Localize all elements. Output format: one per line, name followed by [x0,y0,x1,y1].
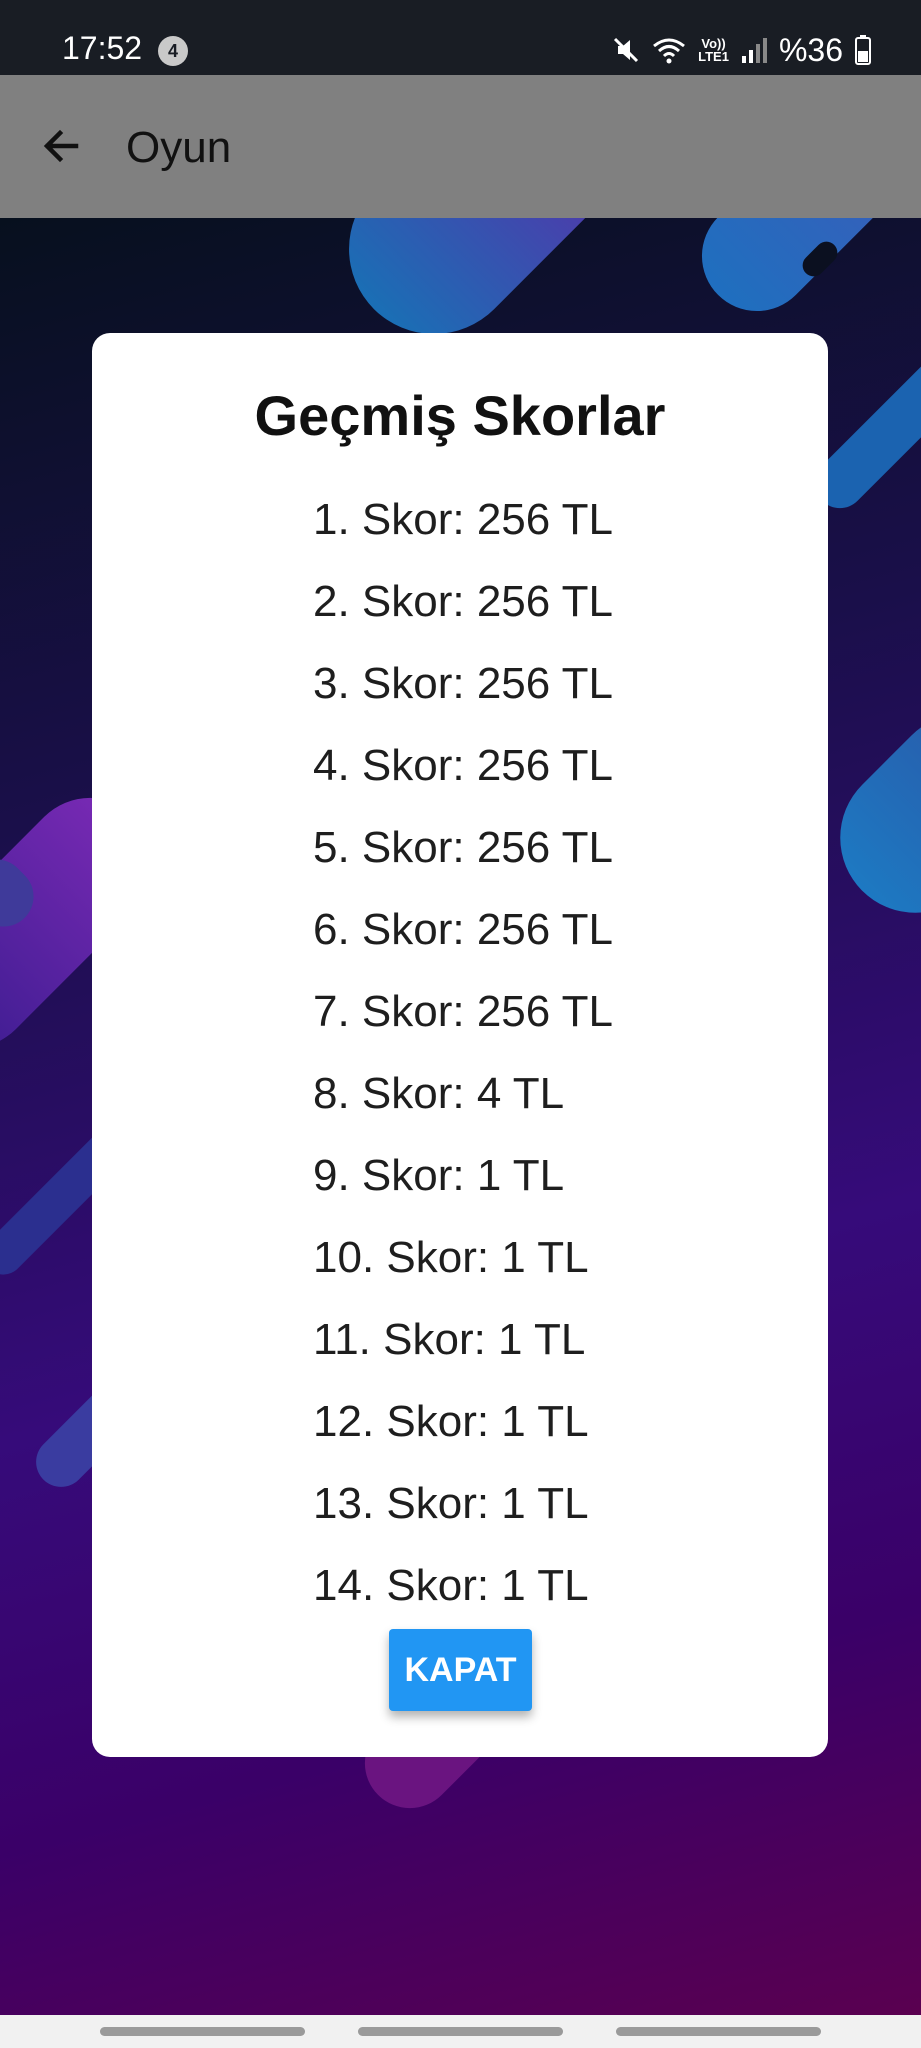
nav-home-button[interactable] [358,2027,563,2036]
app-bar: Oyun [0,75,921,218]
nav-recents-button[interactable] [100,2027,305,2036]
score-item: 12. Skor: 1 TL [313,1397,589,1446]
dialog-title: Geçmiş Skorlar [254,384,666,447]
close-button[interactable]: KAPAT [389,1629,532,1711]
battery-percentage: %36 [778,31,843,68]
decor-shape [679,218,921,334]
score-item: 11. Skor: 1 TL [313,1315,586,1364]
wifi-icon [653,38,686,64]
score-item: 5. Skor: 256 TL [313,823,614,872]
status-time: 17:52 [62,30,143,66]
arrow-left-icon[interactable] [36,121,86,171]
nav-back-button[interactable] [616,2027,821,2036]
score-item: 7. Skor: 256 TL [313,987,614,1036]
score-list: 1. Skor: 256 TL 2. Skor: 256 TL 3. Skor:… [313,479,613,1627]
score-item: 14. Skor: 1 TL [313,1561,589,1610]
score-item: 4. Skor: 256 TL [313,741,614,790]
score-item: 13. Skor: 1 TL [313,1479,589,1528]
mute-icon [614,37,639,63]
status-bar: 17:52 4 Vo)) LTE1 %36 [0,0,921,75]
score-item: 1. Skor: 256 TL [313,495,614,544]
score-item: 3. Skor: 256 TL [313,659,614,708]
page-title: Oyun [126,123,232,172]
score-item: 6. Skor: 256 TL [313,905,614,954]
lte-label: LTE1 [698,49,729,64]
score-history-dialog: Geçmiş Skorlar 1. Skor: 256 TL 2. Skor: … [92,333,828,1757]
signal-icon [741,38,767,63]
score-item: 2. Skor: 256 TL [313,577,614,626]
battery-icon [855,35,871,65]
status-icons: Vo)) LTE1 %36 [612,30,871,70]
notification-count-badge: 4 [158,36,188,66]
system-nav-bar [0,2015,921,2048]
score-item: 9. Skor: 1 TL [313,1151,565,1200]
score-item: 10. Skor: 1 TL [313,1233,589,1282]
volte-lte-indicator: Vo)) LTE1 [698,37,729,63]
score-item: 8. Skor: 4 TL [313,1069,565,1118]
